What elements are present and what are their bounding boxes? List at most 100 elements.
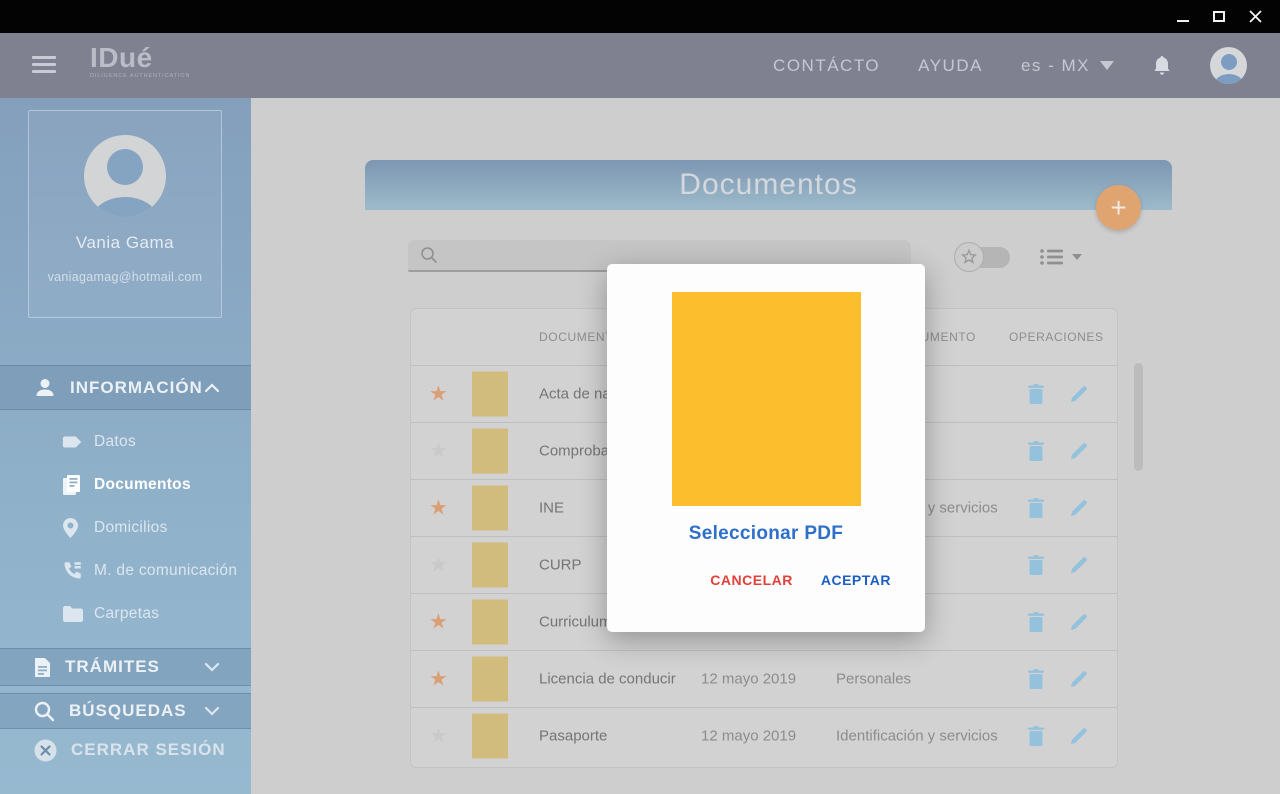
document-type: Identificación y servicios (836, 728, 998, 745)
profile-email: vaniagamag@hotmail.com (29, 270, 221, 284)
select-pdf-link[interactable]: Seleccionar PDF (607, 523, 925, 545)
sidebar-section-busquedas[interactable]: BÚSQUEDAS (0, 693, 251, 729)
document-name: Curriculum (539, 614, 612, 631)
nav-help[interactable]: AYUDA (918, 56, 983, 76)
panel-header: Documentos (365, 160, 1172, 210)
edit-button[interactable] (1069, 384, 1089, 404)
table-row[interactable]: ★ Licencia de conducir 12 mayo 2019 Pers… (411, 650, 1117, 707)
favorite-star-icon[interactable]: ★ (429, 726, 448, 747)
edit-button[interactable] (1069, 726, 1089, 746)
edit-button[interactable] (1069, 612, 1089, 632)
sidebar-section-label: BÚSQUEDAS (69, 701, 187, 721)
edit-button[interactable] (1069, 669, 1089, 689)
profile-avatar (84, 135, 166, 217)
pdf-preview-placeholder[interactable] (672, 292, 861, 506)
document-thumbnail[interactable] (472, 714, 508, 759)
chevron-down-icon (204, 662, 220, 672)
documents-icon (62, 474, 84, 496)
sidebar-item-label: Domicilios (94, 519, 168, 537)
select-pdf-dialog: Seleccionar PDF CANCELAR ACEPTAR (607, 264, 925, 632)
document-name: Pasaporte (539, 728, 607, 745)
document-date: 12 mayo 2019 (701, 728, 796, 745)
trash-icon (1027, 726, 1045, 747)
chevron-down-icon (1072, 254, 1082, 260)
favorite-star-icon[interactable]: ★ (429, 498, 448, 519)
sidebar-item-label: Carpetas (94, 605, 159, 623)
edit-button[interactable] (1069, 498, 1089, 518)
nav-contact[interactable]: CONTÁCTO (773, 56, 880, 76)
close-circle-icon (34, 739, 57, 762)
sidebar-item-label: Datos (94, 433, 136, 451)
document-thumbnail[interactable] (472, 600, 508, 645)
cancel-button[interactable]: CANCELAR (710, 572, 793, 588)
document-thumbnail[interactable] (472, 486, 508, 531)
delete-button[interactable] (1027, 555, 1045, 576)
sidebar-item-label: M. de comunicación (94, 562, 237, 580)
sidebar-item-domicilios[interactable]: Domicilios (0, 506, 251, 549)
pencil-icon (1069, 384, 1089, 404)
app-logo: IDué DILIGENCE AUTHENTICATION (90, 43, 190, 79)
table-row[interactable]: ★ Pasaporte 12 mayo 2019 Identificación … (411, 707, 1117, 764)
column-header-operations: OPERACIONES (1009, 330, 1104, 344)
sidebar-item-datos[interactable]: Datos (0, 420, 251, 463)
pencil-icon (1069, 555, 1089, 575)
delete-button[interactable] (1027, 384, 1045, 405)
document-name: INE (539, 500, 564, 517)
view-mode-selector[interactable] (1040, 248, 1082, 266)
document-thumbnail[interactable] (472, 657, 508, 702)
header-nav: CONTÁCTO AYUDA es - MX (773, 33, 1247, 98)
delete-button[interactable] (1027, 441, 1045, 462)
favorite-star-icon[interactable]: ★ (429, 612, 448, 633)
pencil-icon (1069, 498, 1089, 518)
logo-title: IDué (90, 43, 190, 73)
pencil-icon (1069, 612, 1089, 632)
edit-button[interactable] (1069, 441, 1089, 461)
language-selector[interactable]: es - MX (1021, 56, 1114, 76)
accept-button[interactable]: ACEPTAR (821, 572, 891, 588)
notifications-bell-icon[interactable] (1152, 55, 1172, 77)
trash-icon (1027, 555, 1045, 576)
chevron-down-icon (204, 706, 220, 716)
favorite-star-icon[interactable]: ★ (429, 441, 448, 462)
sidebar-item-comunicacion[interactable]: M. de comunicación (0, 549, 251, 592)
sidebar-section-tramites[interactable]: TRÁMITES (0, 648, 251, 686)
card-icon (62, 435, 84, 449)
sidebar-item-documentos[interactable]: Documentos (0, 463, 251, 506)
document-thumbnail[interactable] (472, 372, 508, 417)
plus-icon: + (1110, 192, 1126, 224)
logout-label: CERRAR SESIÓN (71, 740, 226, 760)
dialog-actions: CANCELAR ACEPTAR (710, 572, 891, 588)
sidebar-section-informacion[interactable]: INFORMACIÓN (0, 365, 251, 410)
trash-icon (1027, 498, 1045, 519)
chevron-down-icon (1100, 61, 1114, 70)
favorite-star-icon[interactable]: ★ (429, 384, 448, 405)
document-name: Licencia de conducir (539, 671, 676, 688)
favorite-star-icon[interactable]: ★ (429, 555, 448, 576)
pencil-icon (1069, 669, 1089, 689)
delete-button[interactable] (1027, 498, 1045, 519)
phone-icon (62, 561, 84, 581)
add-document-button[interactable]: + (1096, 185, 1141, 230)
logout-button[interactable]: CERRAR SESIÓN (0, 735, 251, 765)
trash-icon (1027, 441, 1045, 462)
close-icon[interactable] (1248, 10, 1262, 24)
delete-button[interactable] (1027, 612, 1045, 633)
user-avatar[interactable] (1210, 47, 1247, 84)
delete-button[interactable] (1027, 669, 1045, 690)
search-icon (420, 246, 438, 264)
favorites-filter-toggle[interactable] (954, 242, 1010, 272)
sidebar-item-carpetas[interactable]: Carpetas (0, 592, 251, 635)
edit-button[interactable] (1069, 555, 1089, 575)
document-thumbnail[interactable] (472, 429, 508, 474)
maximize-icon[interactable] (1212, 10, 1226, 24)
minimize-icon[interactable] (1176, 10, 1190, 24)
document-thumbnail[interactable] (472, 543, 508, 588)
profile-card: Vania Gama vaniagamag@hotmail.com (28, 110, 222, 318)
menu-icon[interactable] (32, 56, 56, 77)
sidebar-section-label: INFORMACIÓN (70, 378, 203, 398)
scrollbar-thumb[interactable] (1134, 363, 1143, 471)
sidebar-items: Datos Documentos Domicilios (0, 420, 251, 635)
favorite-star-icon[interactable]: ★ (429, 669, 448, 690)
delete-button[interactable] (1027, 726, 1045, 747)
trash-icon (1027, 612, 1045, 633)
